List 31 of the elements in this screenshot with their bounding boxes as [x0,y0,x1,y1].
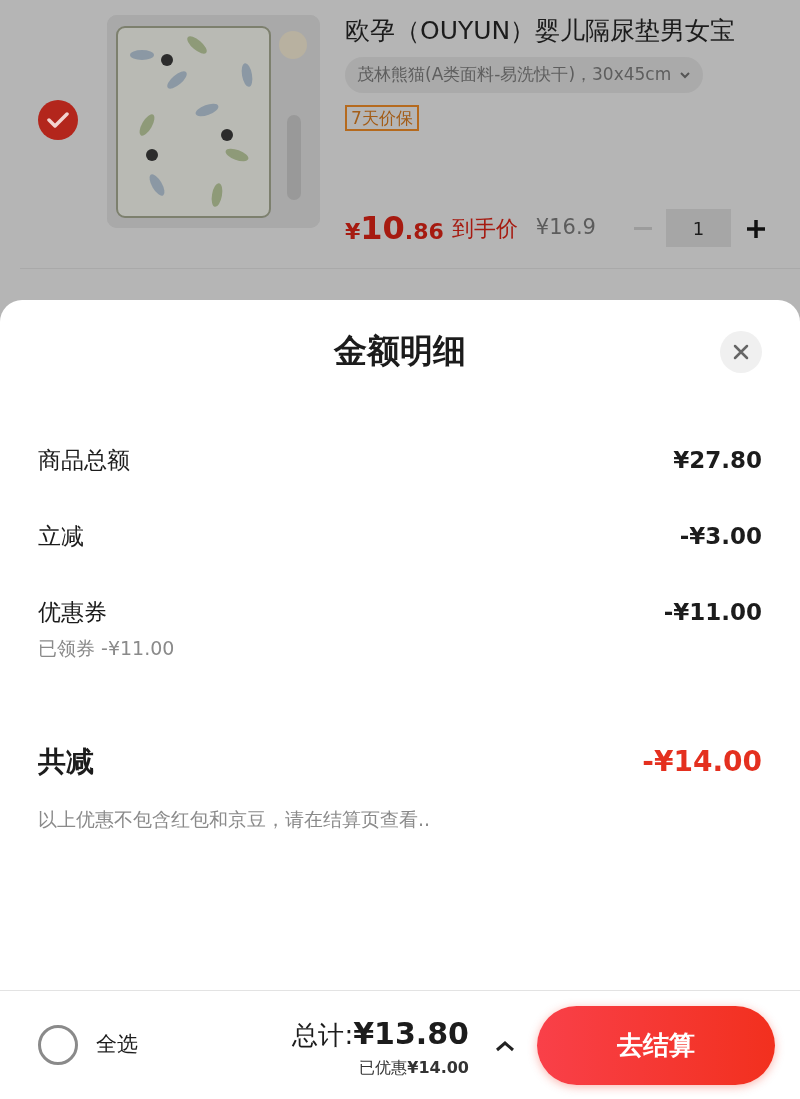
row-label: 商品总额 [38,445,130,475]
select-all-radio[interactable] [38,1025,78,1065]
checkout-button[interactable]: 去结算 [537,1005,775,1085]
coupon-note: 已领券 -¥11.00 [38,636,176,661]
original-price: ¥16.9 [535,214,596,242]
row-label: 优惠券 [38,597,107,627]
chevron-up-icon[interactable] [495,1039,515,1052]
price-protection-tag: 7天价保 [345,105,419,131]
total-amount: ¥13.80 [353,1014,469,1053]
total-discount: -¥14.00 [642,743,762,780]
row-amount: -¥3.00 [679,521,762,551]
row-label: 立减 [38,521,84,551]
spec-selector[interactable]: 茂林熊猫(A类面料-易洗快干)，30x45cm [345,57,704,93]
total-label: 共减 [38,743,94,780]
price-label: 到手价 [451,214,518,243]
close-icon [732,343,750,361]
sheet-title: 金额明细 [334,330,466,372]
close-button[interactable] [720,331,762,373]
quantity-field[interactable]: 1 [665,209,731,247]
deal-price: ¥10.86 [345,208,444,249]
item-checkbox[interactable] [38,100,78,140]
total-label: 总计: [292,1018,354,1052]
plus-icon[interactable] [747,219,765,238]
disclaimer-text: 以上优惠不包含红包和京豆，请在结算页查看.. [38,806,432,832]
select-all-label: 全选 [96,1031,138,1059]
saved-amount: 已优惠¥14.00 [359,1056,469,1079]
row-amount: ¥27.80 [673,445,762,475]
checkmark-icon [47,111,69,129]
chevron-down-icon [679,71,692,80]
row-amount: -¥11.00 [663,597,762,627]
product-title: 欧孕（OUYUN）婴儿隔尿垫男女宝 [345,15,737,47]
